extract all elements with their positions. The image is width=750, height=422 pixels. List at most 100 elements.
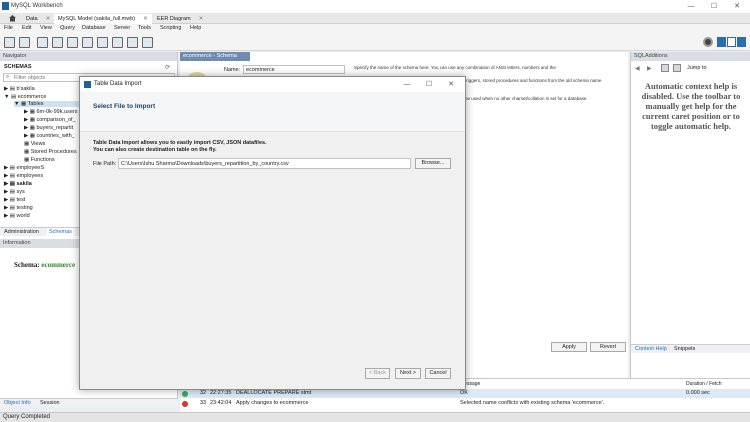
tree-label: buyers_repartit [36, 125, 74, 131]
menu-help[interactable]: Help [190, 25, 201, 31]
home-tab[interactable] [4, 14, 18, 24]
tree-item-ecommerce[interactable]: ▼ ▤ ecommerce [4, 94, 46, 100]
menu-database[interactable]: Database [82, 25, 106, 31]
apply-button[interactable]: Apply [551, 342, 587, 352]
tree-item-stored-procedures[interactable]: ▦ Stored Procedures [24, 149, 77, 155]
tree-item-table[interactable]: ▶ ▦ 6m-0k-99k.users [24, 109, 77, 115]
back-arrow-icon[interactable]: ◀ [635, 65, 640, 72]
menu-scripting[interactable]: Scripting [160, 25, 181, 31]
status-text: Query Completed [3, 414, 51, 420]
dialog-minimize-button[interactable]: — [396, 78, 418, 91]
open-inspector-icon[interactable] [37, 37, 48, 48]
tab-model[interactable]: MySQL Model (sakila_full.mwb) ✕ [54, 14, 152, 24]
title-bar: MySQL Workbench — ☐ ✕ [0, 0, 750, 13]
settings-gear-icon[interactable] [703, 37, 713, 47]
menu-query[interactable]: Query [60, 25, 75, 31]
create-procedure-icon[interactable] [97, 37, 108, 48]
output-row[interactable]: 33 23:42:04 Apply changes to ecommerce S… [180, 399, 750, 408]
context-help-text: Automatic context help is disabled. Use … [641, 81, 741, 131]
open-sql-script-icon[interactable] [19, 37, 30, 48]
close-button[interactable]: ✕ [726, 0, 748, 13]
tree-label: sys [16, 189, 25, 195]
revert-button[interactable]: Revert [590, 342, 626, 352]
output-row[interactable]: 32 22:27:35 DEALLOCATE PREPARE stmt OK 0… [180, 389, 750, 398]
create-schema-icon[interactable] [52, 37, 63, 48]
tree-item-world[interactable]: ▶ ▤ world [4, 213, 30, 219]
create-function-icon[interactable] [112, 37, 123, 48]
menu-file[interactable]: File [4, 25, 13, 31]
tree-item-sakila[interactable]: ▶ ▤ sakila [4, 181, 32, 187]
menu-view[interactable]: View [40, 25, 52, 31]
table-icon: ▦ [29, 125, 35, 131]
duration-column-header: Duration / Fetch [686, 381, 722, 387]
browse-button[interactable]: Browse... [415, 158, 451, 169]
file-path-input[interactable]: C:\Users\Ishu Sharma\Downloads\buyers_re… [118, 158, 411, 169]
toggle-secondary-sidebar-icon[interactable] [737, 37, 746, 47]
close-tab-icon[interactable]: ✕ [199, 16, 204, 22]
tree-item-testing[interactable]: ▶ ▤ testing [4, 205, 33, 211]
minimize-button[interactable]: — [680, 0, 702, 13]
tree-item-sys[interactable]: ▶ ▤ sys [4, 189, 25, 195]
tree-item-test[interactable]: ▶ ▤ test [4, 197, 25, 203]
table-icon: ▦ [29, 117, 35, 123]
tree-item-table[interactable]: ▶ ▦ comparison_of_ [24, 117, 76, 123]
tree-item-table[interactable]: ▶ ▦ buyers_repartit [24, 125, 73, 131]
tree-item-table[interactable]: ▶ ▦ countries_with_ [24, 133, 75, 139]
tab-data[interactable]: Data ✕ [22, 14, 54, 24]
tree-label: ecommerce [17, 94, 47, 100]
schema-name-input[interactable]: ecommerce [243, 65, 345, 74]
window-title: MySQL Workbench [11, 3, 63, 9]
create-view-icon[interactable] [82, 37, 93, 48]
tree-item-b-sakila[interactable]: ▶ ▤ b'sakila [4, 86, 35, 92]
create-table-icon[interactable] [67, 37, 78, 48]
row-action: Apply changes to ecommerce [236, 400, 309, 406]
tree-label: world [16, 213, 30, 219]
next-button[interactable]: Next > [395, 368, 421, 379]
reconnect-icon[interactable] [142, 37, 153, 48]
database-icon: ▤ [9, 165, 15, 171]
cancel-button[interactable]: Cancel [425, 368, 451, 379]
tab-schemas[interactable]: Schemas [47, 228, 74, 236]
menu-tools[interactable]: Tools [138, 25, 151, 31]
object-info-tabs: Object Info Session [0, 398, 178, 407]
tree-item-views[interactable]: ▦ Views [24, 141, 45, 147]
context-help-icon[interactable] [661, 64, 669, 72]
back-button[interactable]: < Back [365, 368, 390, 379]
dialog-maximize-button[interactable]: ☐ [418, 78, 440, 91]
tree-label: testing [16, 205, 33, 211]
maximize-button[interactable]: ☐ [703, 0, 725, 13]
toolbar [0, 34, 750, 51]
tables-icon: ▦ [20, 101, 27, 107]
tab-administration[interactable]: Administration [4, 229, 39, 235]
tab-object-info[interactable]: Object Info [4, 400, 31, 406]
dialog-title-bar: Table Data Import — ☐ ✕ [80, 77, 465, 92]
close-tab-icon[interactable]: ✕ [143, 16, 148, 22]
tree-item-employeeS[interactable]: ▶ ▤ employeeS [4, 165, 44, 171]
editor-tab[interactable]: ecommerce - Schema [180, 52, 250, 61]
forward-arrow-icon[interactable]: ▶ [647, 65, 652, 72]
tree-item-functions[interactable]: ▦ Functions [24, 157, 55, 163]
tab-label: Data [26, 16, 38, 22]
toggle-sidebar-icon[interactable] [717, 37, 726, 47]
row-message: Selected name conflicts with existing sc… [460, 400, 605, 406]
tree-item-employees[interactable]: ▶ ▤ employees [4, 173, 43, 179]
menu-server[interactable]: Server [114, 25, 130, 31]
tab-eer-diagram[interactable]: EER Diagram ✕ [153, 14, 207, 24]
search-table-data-icon[interactable] [127, 37, 138, 48]
new-sql-tab-icon[interactable] [4, 37, 15, 48]
row-action: DEALLOCATE PREPARE stmt [236, 390, 312, 396]
sql-additions-panel: SQLAdditions ◀ ▶ Jump to Automatic conte… [630, 52, 750, 398]
tab-context-help[interactable]: Context Help [635, 346, 667, 352]
toggle-auto-help-icon[interactable] [673, 64, 681, 72]
file-path-value: C:\Users\Ishu Sharma\Downloads\buyers_re… [121, 161, 289, 167]
table-icon: ▦ [29, 133, 35, 139]
toggle-output-icon[interactable] [727, 37, 736, 47]
jump-to-select[interactable]: Jump to [687, 65, 707, 71]
refresh-icon[interactable]: ⟳ [165, 64, 170, 71]
tab-snippets[interactable]: Snippets [674, 346, 695, 352]
dialog-close-button[interactable]: ✕ [440, 78, 462, 91]
menu-edit[interactable]: Edit [22, 25, 31, 31]
menu-bar: File Edit View Query Database Server Too… [0, 24, 750, 34]
close-tab-icon[interactable]: ✕ [46, 16, 51, 22]
tab-session[interactable]: Session [40, 400, 60, 406]
